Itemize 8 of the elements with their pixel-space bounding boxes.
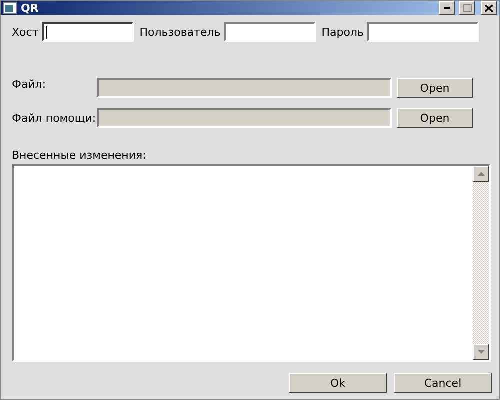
ok-button[interactable]: Ok bbox=[289, 373, 387, 393]
window-title: QR bbox=[21, 2, 40, 14]
field-label: Файл: bbox=[12, 78, 48, 91]
cancel-button[interactable]: Cancel bbox=[394, 373, 492, 393]
field-label: Пользователь bbox=[140, 26, 221, 38]
field-label: Хост bbox=[12, 26, 39, 38]
field-label: Пароль bbox=[322, 26, 364, 38]
section-label: Внесенные изменения: bbox=[12, 149, 148, 162]
